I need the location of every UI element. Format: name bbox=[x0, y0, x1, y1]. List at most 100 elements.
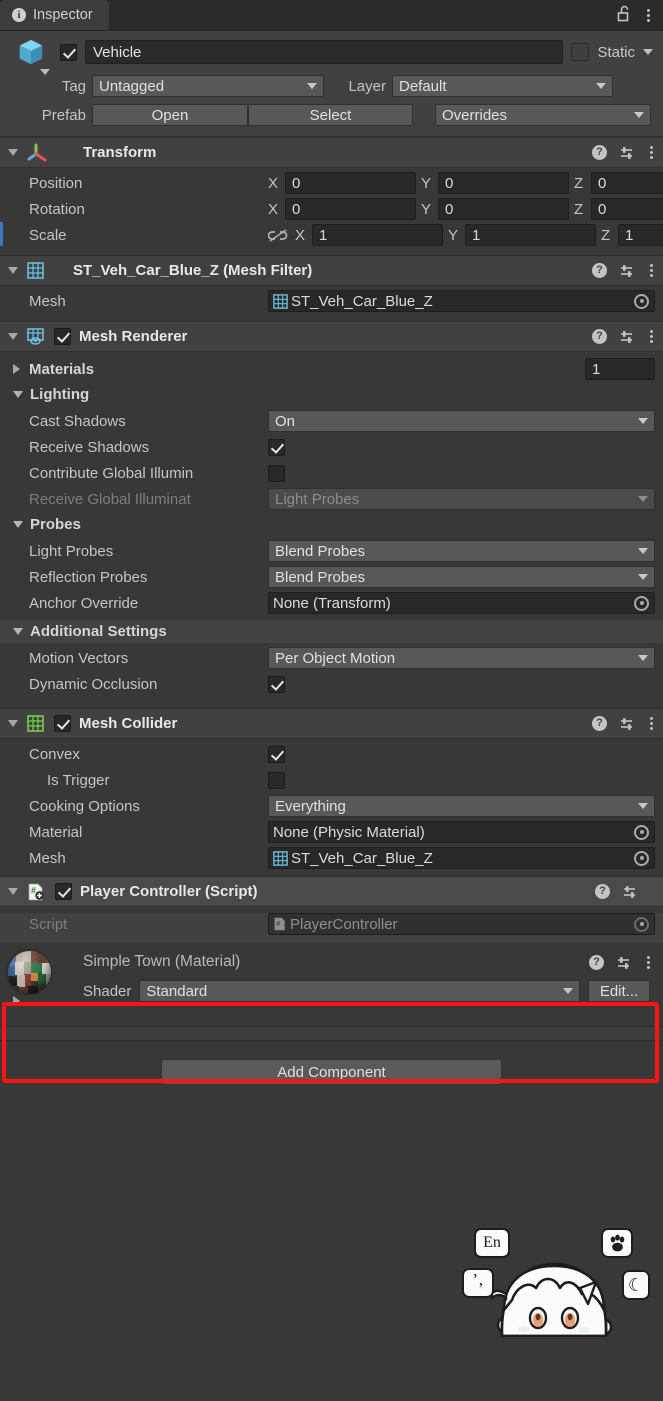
material-sphere-preview bbox=[6, 949, 52, 995]
player-controller-enabled-checkbox[interactable] bbox=[55, 883, 72, 900]
static-checkbox[interactable] bbox=[571, 43, 590, 61]
preset-settings-icon[interactable] bbox=[620, 145, 636, 160]
preset-settings-icon[interactable] bbox=[623, 884, 639, 899]
component-header-player-controller[interactable]: # Player Controller (Script) ? bbox=[0, 876, 663, 907]
is-trigger-checkbox[interactable] bbox=[268, 771, 285, 789]
contribute-gi-checkbox[interactable] bbox=[268, 464, 285, 482]
padlock-unlocked-icon[interactable] bbox=[617, 5, 632, 26]
object-picker-icon[interactable] bbox=[634, 595, 649, 611]
scale-x-input[interactable]: 1 bbox=[312, 224, 443, 246]
gameobject-icon-wrap[interactable] bbox=[10, 37, 52, 75]
foldout-arrow-icon[interactable] bbox=[13, 628, 23, 635]
kebab-menu-icon[interactable] bbox=[649, 263, 653, 279]
mesh-collider-enabled-checkbox[interactable] bbox=[54, 715, 71, 732]
position-x-input[interactable]: 0 bbox=[285, 172, 416, 194]
reflection-probes-value: Blend Probes bbox=[275, 568, 366, 586]
static-dropdown-caret[interactable] bbox=[643, 49, 653, 55]
kebab-menu-icon[interactable] bbox=[649, 716, 653, 732]
gameobject-name-input[interactable]: Vehicle bbox=[85, 40, 564, 64]
dynamic-occlusion-checkbox[interactable] bbox=[268, 675, 285, 693]
add-component-button[interactable]: Add Component bbox=[161, 1059, 502, 1085]
component-header-mesh-filter[interactable]: ST_Veh_Car_Blue_Z (Mesh Filter) ? bbox=[0, 255, 663, 286]
transform-properties: Position X 0 Y 0 Z 0 Rotation X 0 Y 0 Z … bbox=[0, 172, 663, 255]
object-picker-icon[interactable] bbox=[634, 293, 649, 309]
gameobject-enabled-checkbox[interactable] bbox=[60, 43, 77, 61]
prefab-overrides-dropdown[interactable]: Overrides bbox=[435, 104, 651, 126]
motion-vectors-dropdown[interactable]: Per Object Motion bbox=[268, 647, 655, 669]
collider-material-objectfield[interactable]: None (Physic Material) bbox=[268, 821, 655, 843]
component-header-simple-town-material[interactable]: Simple Town (Material) ? Shader Standard bbox=[0, 943, 663, 1002]
component-header-mesh-renderer[interactable]: Mesh Renderer ? bbox=[0, 321, 663, 352]
foldout-arrow-icon[interactable] bbox=[8, 333, 18, 340]
collider-mesh-field: ST_Veh_Car_Blue_Z bbox=[268, 847, 655, 869]
cast-shadows-dropdown[interactable]: On bbox=[268, 410, 655, 432]
shader-edit-button[interactable]: Edit... bbox=[588, 980, 650, 1002]
reflection-probes-dropdown[interactable]: Blend Probes bbox=[268, 566, 655, 588]
receive-shadows-checkbox[interactable] bbox=[268, 438, 285, 456]
tag-dropdown[interactable]: Untagged bbox=[92, 75, 324, 97]
object-picker-icon[interactable] bbox=[634, 850, 649, 866]
cooking-options-dropdown[interactable]: Everything bbox=[268, 795, 655, 817]
anchor-override-objectfield[interactable]: None (Transform) bbox=[268, 592, 655, 614]
position-z-input[interactable]: 0 bbox=[591, 172, 663, 194]
help-icon[interactable]: ? bbox=[592, 263, 607, 278]
probes-subsection-header[interactable]: Probes bbox=[0, 513, 663, 536]
foldout-arrow-icon[interactable] bbox=[8, 888, 18, 895]
convex-checkbox[interactable] bbox=[268, 745, 285, 763]
foldout-arrow-icon[interactable] bbox=[8, 720, 18, 727]
foldout-arrow-icon[interactable] bbox=[8, 149, 18, 156]
prefab-label: Prefab bbox=[41, 106, 86, 124]
prefab-open-button[interactable]: Open bbox=[92, 104, 248, 126]
ime-night-mode-button[interactable]: ☾ bbox=[622, 1270, 650, 1300]
materials-foldout-icon[interactable] bbox=[13, 364, 20, 374]
component-header-transform[interactable]: Transform ? bbox=[0, 137, 663, 168]
ime-paw-toolbox-button[interactable] bbox=[601, 1228, 633, 1258]
object-picker-icon[interactable] bbox=[634, 824, 649, 840]
help-icon[interactable]: ? bbox=[592, 329, 607, 344]
foldout-arrow-icon[interactable] bbox=[13, 391, 23, 398]
chevron-down-icon bbox=[563, 988, 573, 994]
kebab-menu-icon[interactable] bbox=[649, 145, 653, 161]
sogou-ime-floating-widget[interactable]: En ’‚ ☾ bbox=[462, 1228, 650, 1337]
shader-dropdown[interactable]: Standard bbox=[139, 980, 580, 1002]
materials-count-input[interactable]: 1 bbox=[585, 358, 655, 380]
ime-mode-english-button[interactable]: En bbox=[474, 1228, 510, 1258]
rotation-z-input[interactable]: 0 bbox=[591, 198, 663, 220]
component-title-mesh-filter: ST_Veh_Car_Blue_Z (Mesh Filter) bbox=[73, 262, 313, 279]
kebab-menu-icon[interactable] bbox=[646, 7, 650, 23]
help-icon[interactable]: ? bbox=[589, 954, 604, 970]
prefab-select-button[interactable]: Select bbox=[248, 104, 413, 126]
rotation-x-input[interactable]: 0 bbox=[285, 198, 416, 220]
info-icon bbox=[12, 8, 26, 22]
scale-z-input[interactable]: 1 bbox=[618, 224, 663, 246]
component-header-mesh-collider[interactable]: Mesh Collider ? bbox=[0, 708, 663, 739]
chevron-down-icon bbox=[638, 803, 648, 809]
help-icon[interactable]: ? bbox=[595, 884, 610, 899]
motion-vectors-row: Motion Vectors Per Object Motion bbox=[0, 647, 663, 669]
broken-link-icon[interactable] bbox=[268, 228, 288, 243]
ime-punctuation-button[interactable]: ’‚ bbox=[462, 1268, 494, 1298]
light-probes-dropdown[interactable]: Blend Probes bbox=[268, 540, 655, 562]
kebab-menu-icon[interactable] bbox=[646, 954, 650, 970]
position-y-input[interactable]: 0 bbox=[438, 172, 569, 194]
material-foldout-icon[interactable] bbox=[13, 996, 20, 1006]
rotation-y-input[interactable]: 0 bbox=[438, 198, 569, 220]
scale-y-input[interactable]: 1 bbox=[465, 224, 596, 246]
mesh-renderer-enabled-checkbox[interactable] bbox=[54, 328, 71, 345]
kebab-menu-icon[interactable] bbox=[649, 329, 653, 345]
preset-settings-icon[interactable] bbox=[617, 955, 633, 970]
gameobject-icon-dropdown-caret[interactable] bbox=[40, 69, 50, 75]
tab-inspector[interactable]: Inspector bbox=[0, 0, 109, 30]
preset-settings-icon[interactable] bbox=[620, 263, 636, 278]
mesh-filter-mesh-objectfield[interactable]: ST_Veh_Car_Blue_Z bbox=[268, 290, 655, 312]
lighting-subsection-header[interactable]: Lighting bbox=[0, 383, 663, 406]
preset-settings-icon[interactable] bbox=[620, 329, 636, 344]
foldout-arrow-icon[interactable] bbox=[13, 521, 23, 528]
help-icon[interactable]: ? bbox=[592, 716, 607, 731]
collider-mesh-objectfield[interactable]: ST_Veh_Car_Blue_Z bbox=[268, 847, 655, 869]
additional-settings-subsection-header[interactable]: Additional Settings bbox=[0, 620, 663, 643]
help-icon[interactable]: ? bbox=[592, 145, 607, 160]
preset-settings-icon[interactable] bbox=[620, 716, 636, 731]
layer-dropdown[interactable]: Default bbox=[392, 75, 613, 97]
foldout-arrow-icon[interactable] bbox=[8, 267, 18, 274]
